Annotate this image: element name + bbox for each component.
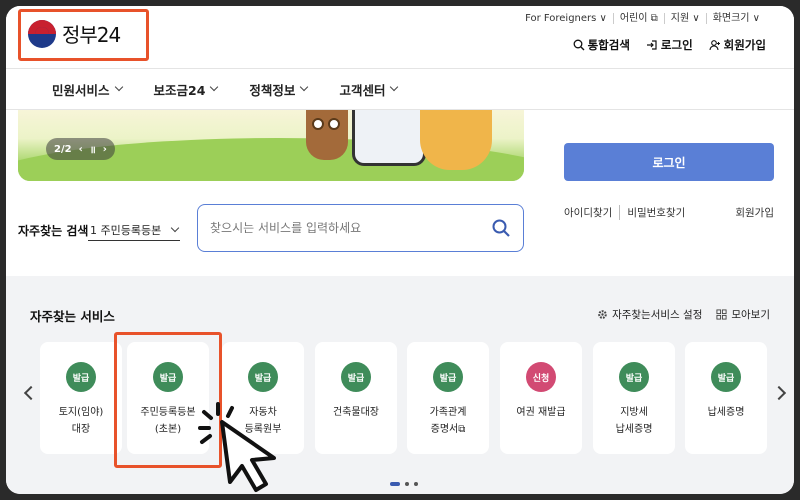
services-settings-label: 자주찾는서비스 설정 [612,309,703,321]
banner-next-button[interactable]: › [103,144,107,155]
util-link-foreigners[interactable]: For Foreigners ∨ [519,13,614,24]
chevron-down-icon [390,82,399,92]
issue-badge: 발급 [711,362,741,392]
login-panel: 로그인 아이디찾기 비밀번호찾기 회원가입 [549,110,794,262]
site-header: 정부24 For Foreigners ∨ 어린이 ⧉ 지원 ∨ 화면크기 ∨ … [6,6,794,68]
carousel-dots [390,482,418,486]
services-viewall-button[interactable]: 모아보기 [716,307,770,322]
main-nav: 민원서비스 보조금24 정책정보 고객센터 [6,68,794,110]
owl-character-illustration [306,110,348,160]
carousel-dot[interactable] [405,482,409,486]
banner-prev-button[interactable]: ‹ [79,144,83,155]
service-card-label: 지방세 납세증명 [615,407,653,435]
service-card-passport-reissue[interactable]: 신청 여권 재발급 [500,342,582,454]
issue-badge: 발급 [248,362,278,392]
nav-item-civil-service[interactable]: 민원서비스 [52,80,123,99]
apply-badge: 신청 [526,362,556,392]
services-settings-button[interactable]: 자주찾는서비스 설정 [597,307,702,322]
search-icon [573,39,585,51]
service-card-land-register[interactable]: 발급 토지(임야) 대장 [40,342,122,454]
services-viewall-label: 모아보기 [731,309,770,321]
header-actions: 통합검색 로그인 회원가입 [573,37,766,53]
carousel-next-arrow-icon[interactable] [771,385,787,401]
click-cursor-icon [198,402,276,492]
header-signup-label: 회원가입 [723,38,766,52]
find-id-link[interactable]: 아이디찾기 [564,205,621,220]
nav-label: 민원서비스 [52,82,110,98]
issue-badge: 발급 [341,362,371,392]
header-signup-link[interactable]: 회원가입 [709,37,766,53]
bear-character-illustration [420,110,492,170]
login-button[interactable]: 로그인 [564,143,774,181]
nav-item-subsidy24[interactable]: 보조금24 [153,80,219,99]
service-card-label: 납세증명 [707,407,745,418]
util-link-kids[interactable]: 어린이 ⧉ [614,13,665,24]
services-tools: 자주찾는서비스 설정 모아보기 [597,307,770,322]
nav-item-customer-center[interactable]: 고객센터 [339,80,399,99]
login-icon [646,40,657,50]
issue-badge: 발급 [66,362,96,392]
nav-label: 고객센터 [339,82,386,98]
grid-icon [716,309,727,320]
service-card-local-tax[interactable]: 발급 지방세 납세증명 [593,342,675,454]
browser-frame: 정부24 For Foreigners ∨ 어린이 ⧉ 지원 ∨ 화면크기 ∨ … [6,6,794,494]
frequent-services-section: 자주찾는 서비스 자주찾는서비스 설정 모아보기 발급 토지(임야) 대장 발급… [6,276,794,494]
utility-links: For Foreigners ∨ 어린이 ⧉ 지원 ∨ 화면크기 ∨ [519,13,766,24]
search-box [197,204,524,252]
integrated-search-label: 통합검색 [587,38,630,52]
chevron-down-icon [300,82,309,92]
integrated-search-link[interactable]: 통합검색 [573,37,630,53]
carousel-dot[interactable] [414,482,418,486]
gear-icon [598,310,607,319]
header-login-label: 로그인 [660,38,693,52]
service-card-tax-certificate[interactable]: 발급 납세증명 [685,342,767,454]
faq-search-select[interactable]: 1 주민등록등본 [88,219,180,241]
owl-eye [328,118,340,130]
signup-link[interactable]: 회원가입 [735,205,774,220]
service-card-label: 여권 재발급 [516,407,566,418]
nav-label: 보조금24 [153,82,206,98]
faq-search-label: 자주찾는 검색 [18,224,89,238]
service-card-label: 토지(임야) 대장 [58,407,104,435]
carousel-prev-arrow-icon[interactable] [23,385,39,401]
user-add-icon [709,40,720,51]
util-link-support[interactable]: 지원 ∨ [665,13,707,24]
service-card-label: 건축물대장 [333,407,379,418]
service-card-family-relation[interactable]: 발급 가족관계 증명서⧉ [407,342,489,454]
util-link-screen-size[interactable]: 화면크기 ∨ [707,13,766,24]
chevron-down-icon [170,223,180,232]
search-icon[interactable] [491,218,511,238]
banner-pause-button[interactable]: ॥ [90,142,96,156]
login-links: 아이디찾기 비밀번호찾기 회원가입 [564,205,774,220]
hero-banner[interactable]: 2/2 ‹ ॥ › [18,110,524,181]
nav-item-policy-info[interactable]: 정책정보 [249,80,309,99]
service-card-label: 가족관계 증명서⧉ [429,407,467,435]
phone-illustration [352,110,426,166]
faq-select-value: 1 주민등록등본 [90,223,162,237]
service-card-building-register[interactable]: 발급 건축물대장 [315,342,397,454]
chevron-down-icon [210,82,219,92]
issue-badge: 발급 [619,362,649,392]
logo-highlight-box [18,9,149,61]
banner-page-count: 2/2 [54,143,72,155]
header-login-link[interactable]: 로그인 [646,37,693,53]
carousel-dot-active[interactable] [390,482,400,486]
issue-badge: 발급 [433,362,463,392]
search-input[interactable] [210,218,470,238]
frequent-services-title: 자주찾는 서비스 [30,309,115,324]
owl-eye [312,118,324,130]
banner-pager: 2/2 ‹ ॥ › [46,138,115,160]
chevron-down-icon [114,82,123,92]
find-password-link[interactable]: 비밀번호찾기 [620,205,685,220]
nav-label: 정책정보 [249,82,296,98]
